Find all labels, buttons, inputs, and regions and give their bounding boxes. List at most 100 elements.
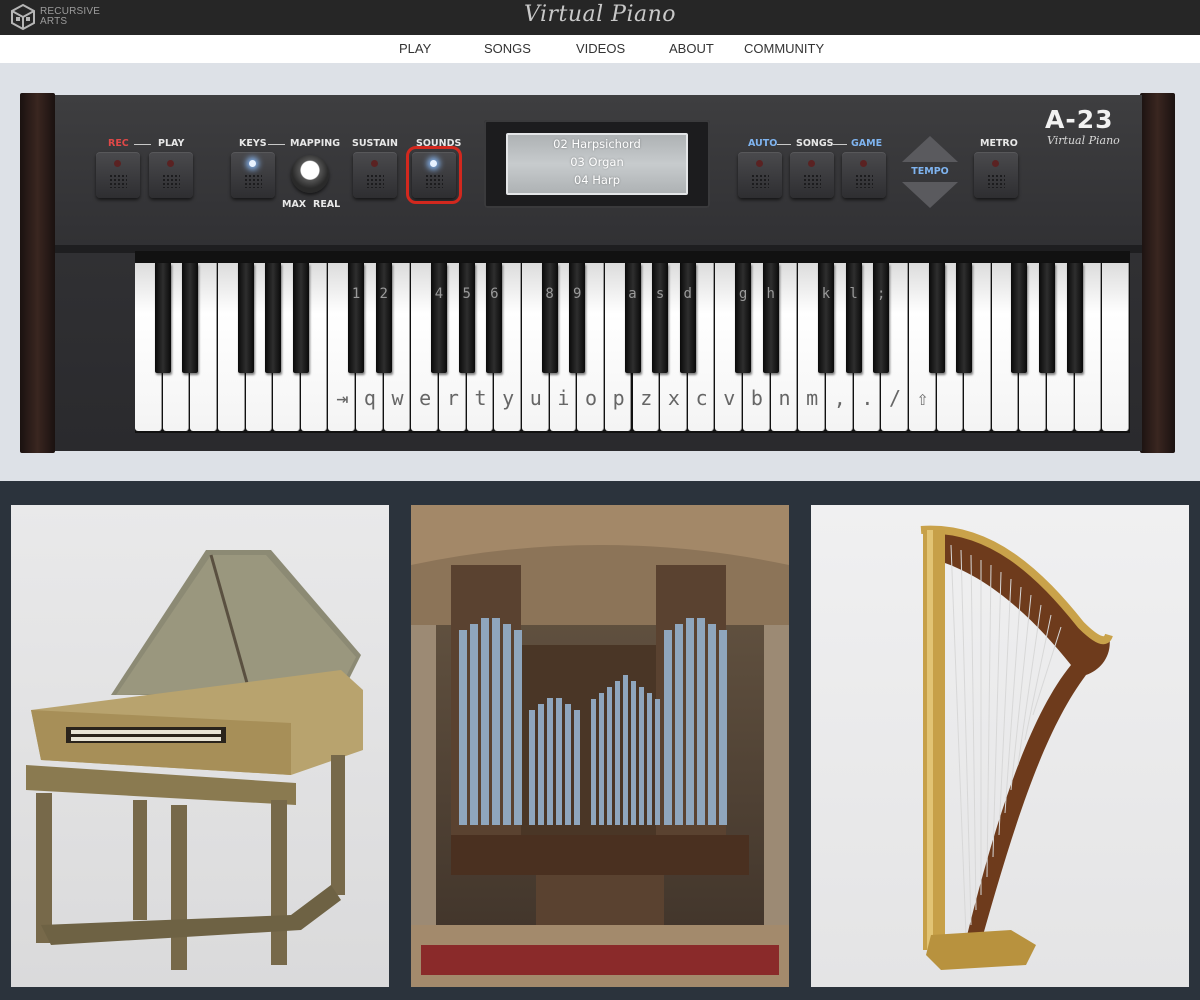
tempo-control: TEMPO xyxy=(902,136,958,208)
site-title[interactable]: Virtual Piano xyxy=(0,2,1200,27)
organ-pipe xyxy=(565,704,571,825)
metro-button[interactable] xyxy=(974,152,1018,198)
black-key[interactable] xyxy=(1011,263,1028,373)
black-key[interactable] xyxy=(154,263,171,373)
songs-led xyxy=(808,160,815,167)
white-key-label: . xyxy=(861,386,874,410)
display-screen[interactable]: 02 Harpsichord 03 Organ 04 Harp xyxy=(506,133,688,195)
nav-play[interactable]: PLAY xyxy=(399,41,431,56)
black-key[interactable] xyxy=(541,263,558,373)
button-grill xyxy=(987,174,1005,188)
keyboard: ⇥ q w e r t y u i o p z x c v b n m,. / ⇧ 1 2 4 5 6 8 9 a s d g h k l; xyxy=(135,251,1130,433)
black-key[interactable] xyxy=(375,263,392,373)
white-key-label: y xyxy=(502,386,515,410)
sustain-button[interactable] xyxy=(353,152,397,198)
button-grill xyxy=(366,174,384,188)
display-line-1: 02 Harpsichord xyxy=(553,137,641,151)
rec-label: REC xyxy=(108,138,129,149)
black-key[interactable] xyxy=(569,263,586,373)
black-key-label: l xyxy=(849,286,858,302)
black-key[interactable] xyxy=(182,263,199,373)
piano-body: REC PLAY KEYS MAPPING MAX REAL SUSTAIN S… xyxy=(55,95,1142,451)
white-key-label: p xyxy=(612,386,625,410)
white-key-label: i xyxy=(557,386,570,410)
black-key[interactable] xyxy=(624,263,641,373)
harp-photo xyxy=(811,505,1189,987)
white-key-label: n xyxy=(778,386,791,410)
organ-pipe xyxy=(481,618,489,825)
sounds-button[interactable] xyxy=(406,146,462,204)
black-key[interactable] xyxy=(762,263,779,373)
organ-pipe xyxy=(529,710,535,825)
white-key-label: v xyxy=(723,386,736,410)
black-key-label: h xyxy=(766,286,775,302)
button-grill xyxy=(162,174,180,188)
auto-button[interactable] xyxy=(738,152,782,198)
white-key-label: u xyxy=(529,386,542,410)
songs-label: SONGS xyxy=(796,138,834,149)
black-key[interactable] xyxy=(735,263,752,373)
rec-button[interactable] xyxy=(96,152,140,198)
black-key[interactable] xyxy=(873,263,890,373)
black-key-label: 5 xyxy=(462,286,471,302)
black-key-label: 4 xyxy=(434,286,444,302)
black-key[interactable] xyxy=(652,263,669,373)
sustain-label: SUSTAIN xyxy=(352,138,398,149)
black-key-label: 2 xyxy=(379,286,388,302)
button-grill xyxy=(244,174,262,188)
organ-pipe xyxy=(697,618,705,825)
black-key-label: d xyxy=(683,286,692,302)
black-key-label: 9 xyxy=(573,286,582,302)
pipe-organ-illustration xyxy=(411,505,789,987)
real-label: REAL xyxy=(313,199,341,210)
black-key[interactable] xyxy=(458,263,475,373)
mapping-knob[interactable] xyxy=(291,155,329,193)
black-key[interactable] xyxy=(817,263,834,373)
black-key[interactable] xyxy=(292,263,309,373)
black-key[interactable] xyxy=(265,263,282,373)
songs-button[interactable] xyxy=(790,152,834,198)
organ-pipe xyxy=(708,624,716,825)
button-grill xyxy=(751,174,769,188)
black-key[interactable] xyxy=(486,263,503,373)
tempo-down-arrow[interactable] xyxy=(902,182,958,208)
play-button[interactable] xyxy=(149,152,193,198)
white-key-label: t xyxy=(474,386,487,410)
black-key[interactable] xyxy=(928,263,945,373)
white-key-label: e xyxy=(419,386,432,410)
black-key[interactable] xyxy=(431,263,448,373)
white-key[interactable] xyxy=(1102,263,1129,431)
button-grill xyxy=(425,174,443,188)
black-key[interactable] xyxy=(845,263,862,373)
black-key-label: 6 xyxy=(490,286,499,302)
organ-pipe xyxy=(664,630,672,825)
black-key[interactable] xyxy=(1039,263,1056,373)
auto-label: AUTO xyxy=(748,138,778,149)
organ-pipe xyxy=(514,630,522,825)
organ-pipe xyxy=(615,681,620,825)
black-key-label: k xyxy=(821,286,831,302)
white-key-label: o xyxy=(585,386,598,410)
nav-community[interactable]: COMMUNITY xyxy=(744,41,824,56)
nav-about[interactable]: ABOUT xyxy=(669,41,714,56)
keys-button[interactable] xyxy=(231,152,275,198)
black-key[interactable] xyxy=(348,263,365,373)
organ-pipe xyxy=(655,699,660,825)
nav-songs[interactable]: SONGS xyxy=(484,41,531,56)
black-key[interactable] xyxy=(1066,263,1083,373)
organ-pipe xyxy=(556,698,562,825)
nav-videos[interactable]: VIDEOS xyxy=(576,41,625,56)
white-key-label: w xyxy=(391,386,404,410)
black-key[interactable] xyxy=(956,263,973,373)
model-subtitle: Virtual Piano xyxy=(1047,134,1120,147)
black-key[interactable] xyxy=(237,263,254,373)
game-button[interactable] xyxy=(842,152,886,198)
tempo-up-arrow[interactable] xyxy=(902,136,958,162)
white-key-label: ⇥ xyxy=(336,386,349,410)
organ-pipe xyxy=(591,699,596,825)
max-label: MAX xyxy=(282,199,307,210)
divider xyxy=(833,144,847,145)
organ-pipe xyxy=(631,681,636,825)
black-key[interactable] xyxy=(679,263,696,373)
main-nav: PLAY SONGS VIDEOS ABOUT COMMUNITY xyxy=(0,35,1200,63)
